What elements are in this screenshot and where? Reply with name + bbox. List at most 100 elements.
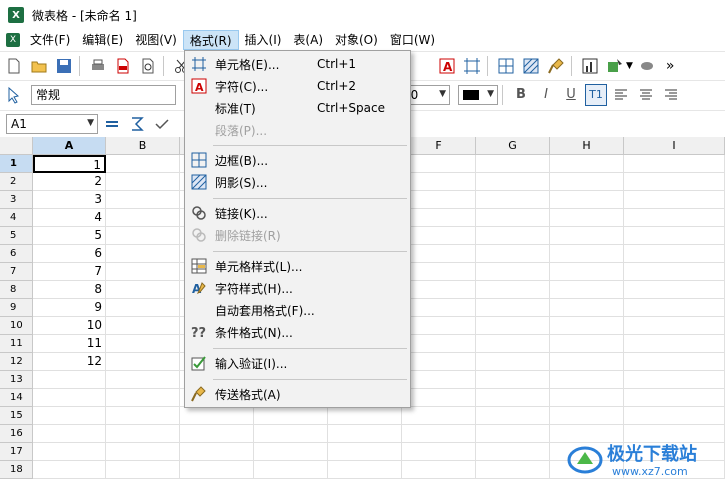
table-cell[interactable] [550,245,624,263]
column-header-a[interactable]: A [33,137,106,155]
table-cell[interactable] [624,371,725,389]
table-cell[interactable]: 12 [33,353,106,371]
print-preview-icon[interactable] [137,55,159,77]
pdf-icon[interactable] [112,55,134,77]
table-cell[interactable] [476,281,550,299]
table-cell[interactable] [550,389,624,407]
table-cell[interactable] [106,191,180,209]
menu-item-cell[interactable]: 单元格(E)... Ctrl+1 [185,53,410,75]
table-cell[interactable] [402,353,476,371]
sum-icon[interactable] [126,113,148,135]
row-header[interactable]: 4 [0,209,33,227]
table-cell[interactable] [106,173,180,191]
table-cell[interactable] [402,191,476,209]
table-cell[interactable] [402,425,476,443]
column-header-h[interactable]: H [550,137,624,155]
table-cell[interactable] [106,335,180,353]
table-cell[interactable] [624,227,725,245]
table-cell[interactable] [402,245,476,263]
row-header[interactable]: 16 [0,425,33,443]
table-cell[interactable] [476,443,550,461]
table-cell[interactable] [624,245,725,263]
table-cell[interactable] [476,389,550,407]
italic-button[interactable]: I [535,84,557,106]
menu-item-character[interactable]: A 字符(C)... Ctrl+2 [185,75,410,97]
table-cell[interactable] [106,425,180,443]
table-cell[interactable] [550,335,624,353]
font-color-icon[interactable]: A [436,55,458,77]
table-cell[interactable] [476,245,550,263]
table-cell[interactable] [476,263,550,281]
table-cell[interactable] [476,173,550,191]
menu-edit[interactable]: 编辑(E) [76,30,129,50]
table-cell[interactable] [180,425,254,443]
underline-button[interactable]: U [560,84,582,106]
table-cell[interactable] [106,389,180,407]
table-cell[interactable] [106,263,180,281]
select-all-corner[interactable] [0,137,33,155]
table-cell[interactable] [550,227,624,245]
table-cell[interactable] [254,443,328,461]
table-cell[interactable] [550,281,624,299]
menu-item-link[interactable]: 链接(K)... [185,202,410,224]
table-cell[interactable] [476,317,550,335]
table-cell[interactable] [550,317,624,335]
table-cell[interactable] [550,263,624,281]
table-cell[interactable]: 9 [33,299,106,317]
table-cell[interactable] [476,353,550,371]
row-header[interactable]: 7 [0,263,33,281]
table-cell[interactable] [550,299,624,317]
row-header[interactable]: 10 [0,317,33,335]
table-cell[interactable] [180,443,254,461]
table-cell[interactable] [624,353,725,371]
borders-icon[interactable] [495,55,517,77]
select-pointer-icon[interactable] [3,84,25,106]
table-cell[interactable] [106,227,180,245]
table-cell[interactable] [476,191,550,209]
table-cell[interactable] [328,407,402,425]
table-cell[interactable] [254,407,328,425]
document-icon[interactable]: X [6,33,20,47]
menu-file[interactable]: 文件(F) [24,30,76,50]
column-header-b[interactable]: B [106,137,180,155]
table-cell[interactable] [550,407,624,425]
table-cell[interactable] [624,173,725,191]
row-header[interactable]: 13 [0,371,33,389]
table-cell[interactable] [624,299,725,317]
table-cell[interactable] [180,407,254,425]
table-cell[interactable]: 11 [33,335,106,353]
table-cell[interactable]: 7 [33,263,106,281]
row-header[interactable]: 1 [0,155,33,173]
table-cell[interactable]: 1 [33,155,106,173]
row-header[interactable]: 8 [0,281,33,299]
table-cell[interactable] [402,317,476,335]
style-select[interactable]: 常规 [31,84,176,105]
table-cell[interactable]: 4 [33,209,106,227]
menu-item-cell-style[interactable]: 单元格样式(L)... [185,255,410,277]
table-cell[interactable]: 5 [33,227,106,245]
table-cell[interactable] [624,389,725,407]
table-cell[interactable] [254,461,328,479]
table-cell[interactable] [402,335,476,353]
toolbar-overflow-icon[interactable]: » [666,58,675,74]
chevron-down-icon[interactable]: ▼ [626,61,633,71]
align-left-icon[interactable] [610,84,632,106]
table-cell[interactable] [402,407,476,425]
row-header[interactable]: 14 [0,389,33,407]
new-file-icon[interactable] [3,55,25,77]
menu-item-shading[interactable]: 阴影(S)... [185,171,410,193]
table-cell[interactable] [476,209,550,227]
align-right-icon[interactable] [660,84,682,106]
table-cell[interactable]: 6 [33,245,106,263]
menu-item-character-style[interactable]: A 字符样式(H)... [185,277,410,299]
table-cell[interactable] [402,371,476,389]
menu-item-standard[interactable]: 标准(T) Ctrl+Space [185,97,410,119]
table-cell[interactable] [328,461,402,479]
table-cell[interactable] [106,461,180,479]
table-cell[interactable]: 2 [33,173,106,191]
table-cell[interactable] [624,407,725,425]
table-cell[interactable] [180,461,254,479]
menu-format[interactable]: 格式(R) [182,30,239,50]
table-cell[interactable] [402,461,476,479]
table-cell[interactable] [106,443,180,461]
